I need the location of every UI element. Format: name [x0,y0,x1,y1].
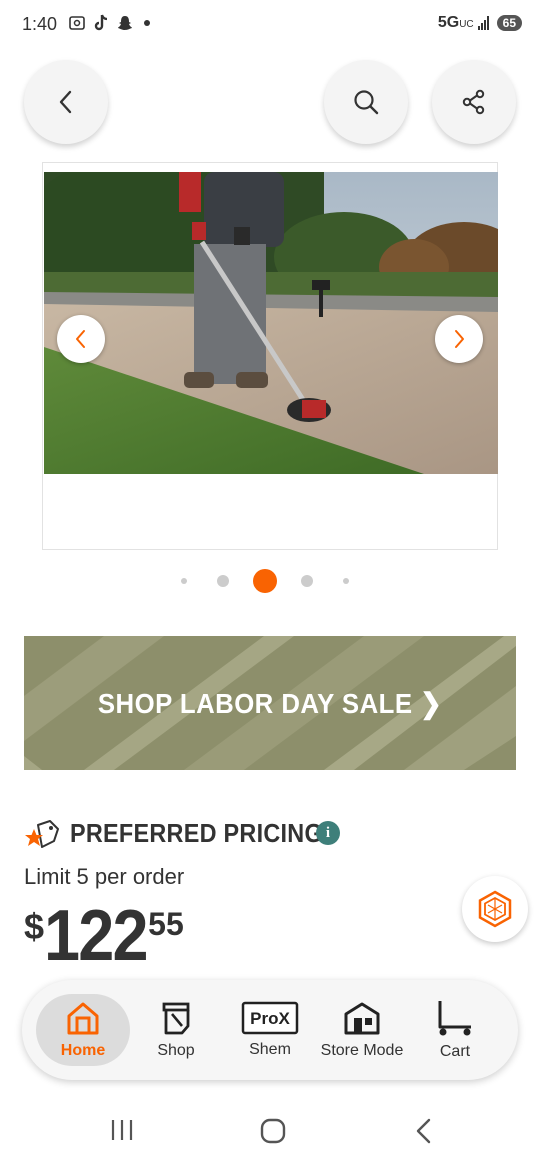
chevron-left-icon [59,90,72,114]
nav-store-mode[interactable]: Store Mode [312,980,412,1080]
product-image[interactable] [44,172,498,474]
hexagon-logo-icon [478,890,512,928]
bottom-navigation: Home Shop ProX Shem Store Mode Cart [22,980,518,1080]
battery-indicator: 65 [496,15,522,31]
banner-text: SHOP LABOR DAY SALE ❯ [97,687,443,719]
product-image-carousel[interactable] [42,162,498,550]
back-button[interactable] [24,60,108,144]
cart-icon [438,1001,471,1036]
prox-icon: ProX [241,1001,299,1035]
carousel-next-button[interactable] [435,315,483,363]
tiktok-icon [92,14,110,32]
pagination-dot[interactable] [301,575,313,587]
pagination-dot-active[interactable] [253,569,277,593]
carousel-prev-button[interactable] [57,315,105,363]
floating-hexagon-button[interactable] [462,876,528,942]
shop-icon [162,1002,190,1035]
recent-apps-button[interactable] [110,1118,134,1142]
recent-apps-icon [111,1120,133,1140]
product-price: $ 122 55 [24,900,184,972]
signal-icon [477,16,489,30]
back-arrow-icon [416,1118,431,1144]
nav-prox-label: Shem [249,1041,291,1058]
pagination-dot[interactable] [217,575,229,587]
order-limit-text: Limit 5 per order [24,864,185,889]
price-dollars: 122 [44,896,149,976]
back-system-button[interactable] [414,1118,434,1144]
network-indicator: 5GUC [437,14,474,31]
nav-home[interactable]: Home [36,994,130,1066]
nav-home-label: Home [60,1042,106,1059]
nav-store-mode-label: Store Mode [320,1042,404,1059]
price-tag-star-icon [25,819,59,848]
nav-prox[interactable]: ProX Shem [228,980,312,1080]
status-right: 5GUC 65 [438,14,522,32]
share-icon [462,89,485,115]
circle-home-icon [260,1118,286,1144]
labor-day-sale-banner[interactable]: SHOP LABOR DAY SALE ❯ [24,636,516,770]
pagination-dot[interactable] [181,578,187,584]
status-bar: 1:40 5GUC 65 [0,0,540,52]
snapchat-icon [116,14,134,32]
carousel-pagination [0,568,540,594]
svg-text:ProX: ProX [250,1009,290,1028]
search-button[interactable] [324,60,408,144]
home-system-button[interactable] [260,1118,286,1144]
price-currency: $ [24,906,45,947]
chevron-right-icon [455,330,464,348]
preferred-pricing-label: PREFERRED PRICING [70,818,323,848]
chevron-left-icon [76,330,85,348]
nav-cart-label: Cart [439,1043,471,1060]
pagination-dot[interactable] [343,578,349,584]
price-cents: 55 [148,906,184,942]
share-button[interactable] [432,60,516,144]
nav-shop[interactable]: Shop [136,980,216,1080]
store-icon [344,1002,380,1035]
status-notification-icons [68,14,150,32]
screenshot-icon [68,14,86,32]
preferred-pricing-row: PREFERRED PRICING [24,818,351,849]
more-notifications-dot [144,20,150,26]
nav-shop-label: Shop [157,1042,195,1059]
system-navigation-bar [0,1096,540,1170]
info-icon[interactable]: i [316,821,340,845]
status-time: 1:40 [22,14,58,34]
search-icon [354,90,379,115]
nav-cart[interactable]: Cart [414,980,496,1080]
home-icon [67,1002,99,1035]
